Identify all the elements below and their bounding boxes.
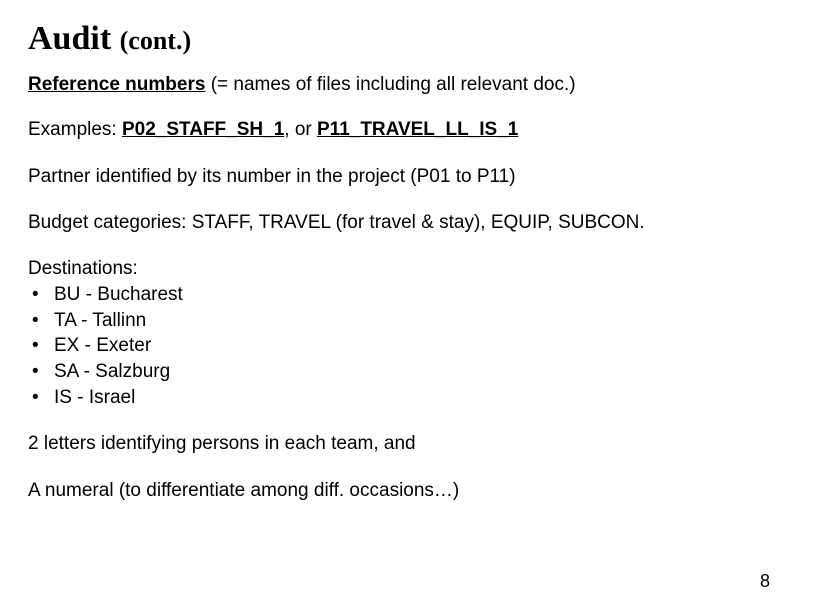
destinations-block: Destinations: •BU - Bucharest •TA - Tall…	[28, 258, 786, 410]
bullet-icon: •	[32, 359, 54, 385]
examples-line: Examples: P02_STAFF_SH_1, or P11_TRAVEL_…	[28, 118, 786, 143]
destination-text: EX - Exeter	[54, 335, 151, 356]
bullet-icon: •	[32, 282, 54, 308]
letters-line: 2 letters identifying persons in each te…	[28, 432, 786, 457]
list-item: •TA - Tallinn	[28, 308, 786, 334]
example-1: P02_STAFF_SH_1	[122, 119, 284, 140]
title-main: Audit	[28, 20, 111, 57]
partner-line: Partner identified by its number in the …	[28, 165, 786, 190]
title-cont: (cont.)	[120, 26, 191, 55]
slide-title: Audit (cont.)	[28, 20, 786, 58]
budget-line: Budget categories: STAFF, TRAVEL (for tr…	[28, 211, 786, 236]
destination-text: TA - Tallinn	[54, 310, 146, 331]
list-item: •SA - Salzburg	[28, 359, 786, 385]
destinations-label: Destinations:	[28, 258, 786, 280]
bullet-icon: •	[32, 333, 54, 359]
list-item: •EX - Exeter	[28, 333, 786, 359]
example-2: P11_TRAVEL_LL_IS_1	[317, 119, 518, 140]
example-separator: , or	[284, 119, 317, 140]
destination-text: SA - Salzburg	[54, 361, 170, 382]
list-item: •BU - Bucharest	[28, 282, 786, 308]
examples-label: Examples:	[28, 119, 117, 140]
destination-text: IS - Israel	[54, 387, 135, 408]
destination-text: BU - Bucharest	[54, 284, 183, 305]
numeral-line: A numeral (to differentiate among diff. …	[28, 479, 786, 504]
reference-line: Reference numbers (= names of files incl…	[28, 74, 786, 96]
list-item: •IS - Israel	[28, 385, 786, 411]
bullet-icon: •	[32, 308, 54, 334]
reference-label: Reference numbers	[28, 74, 205, 95]
reference-paren: (= names of files including all relevant…	[211, 74, 576, 95]
bullet-icon: •	[32, 385, 54, 411]
page-number: 8	[760, 571, 770, 592]
